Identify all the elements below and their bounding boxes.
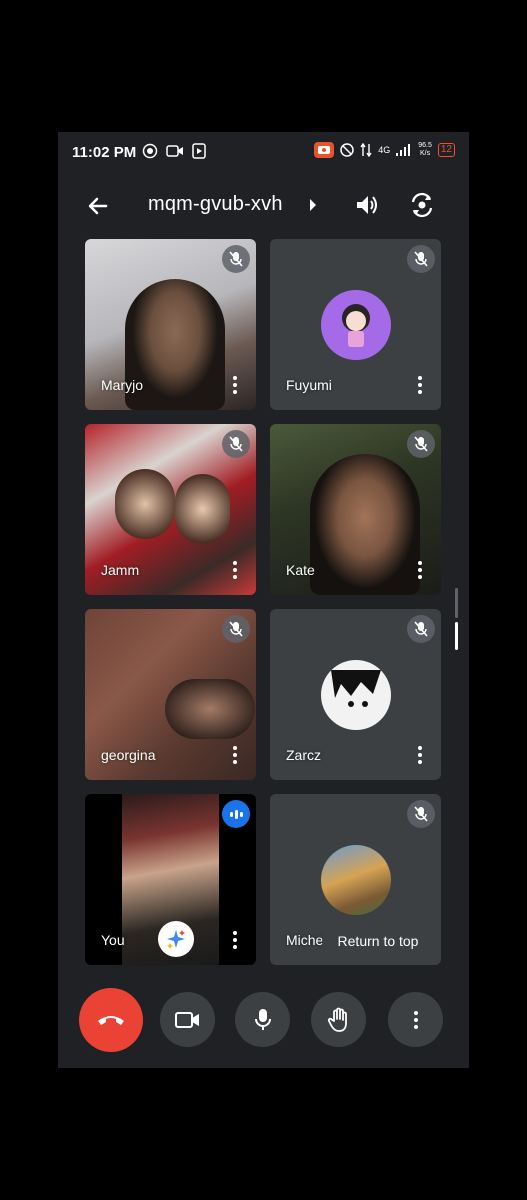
participant-name: Zarcz: [286, 747, 321, 763]
avatar: [320, 844, 391, 915]
system-icons: 4G 96.5 K/s 12: [314, 142, 455, 158]
end-call-button[interactable]: [79, 988, 143, 1052]
raise-hand-button[interactable]: [311, 992, 366, 1047]
mic-off-icon: [407, 615, 435, 643]
status-bar: 11:02 PM 4G 96.5 K/s 12: [58, 132, 469, 174]
raise-hand-icon: [327, 1007, 347, 1032]
avatar: [320, 659, 391, 730]
mic-icon: [254, 1008, 271, 1030]
return-to-top-button[interactable]: Return to top: [322, 924, 434, 958]
participant-tile[interactable]: Kate: [270, 424, 441, 595]
mic-off-icon: [407, 430, 435, 458]
participant-name: georgina: [101, 747, 156, 763]
speaker-icon[interactable]: [354, 192, 380, 218]
mic-off-icon: [222, 430, 250, 458]
participant-name: Kate: [286, 562, 315, 578]
meeting-info-chevron-icon[interactable]: [310, 199, 316, 211]
clock: 11:02 PM: [72, 144, 137, 161]
back-arrow-icon[interactable]: [84, 192, 112, 220]
speaking-indicator: [222, 800, 250, 828]
camera-button[interactable]: [160, 992, 215, 1047]
more-vert-icon[interactable]: [417, 561, 423, 581]
more-vert-icon[interactable]: [232, 376, 238, 396]
more-options-button[interactable]: [388, 992, 443, 1047]
participant-tile[interactable]: Fuyumi: [270, 239, 441, 410]
network-type: 4G: [378, 145, 391, 155]
scrollbar[interactable]: [455, 588, 458, 650]
do-not-disturb-icon: [340, 143, 354, 157]
avatar: [320, 289, 391, 360]
participant-tile[interactable]: Maryjo: [85, 239, 256, 410]
signal-icon: [396, 144, 411, 156]
more-vert-icon[interactable]: [417, 376, 423, 396]
call-controls: [58, 988, 469, 1052]
video-feed: [165, 679, 255, 739]
data-transfer-icon: [360, 143, 372, 157]
network-speed: 96.5 K/s: [418, 142, 432, 157]
participant-tile[interactable]: Zarcz: [270, 609, 441, 780]
scrollbar-track: [455, 588, 458, 618]
participant-name: You: [101, 932, 125, 948]
participant-name: Maryjo: [101, 377, 144, 393]
mic-off-icon: [222, 245, 250, 273]
video-feed: [310, 454, 420, 595]
flip-camera-icon[interactable]: [408, 191, 436, 219]
more-vert-icon[interactable]: [232, 931, 238, 951]
screen-record-icon: [142, 143, 158, 159]
more-vert-icon[interactable]: [232, 561, 238, 581]
more-vert-icon: [413, 1010, 419, 1029]
mic-off-icon: [407, 245, 435, 273]
meet-screen: 11:02 PM 4G 96.5 K/s 12 mqm-gvub-xvh Mar…: [58, 132, 469, 1068]
participant-tile[interactable]: You: [85, 794, 256, 965]
battery-indicator: 12: [437, 143, 455, 157]
microphone-button[interactable]: [235, 992, 290, 1047]
meeting-code[interactable]: mqm-gvub-xvh: [148, 193, 283, 216]
more-vert-icon[interactable]: [232, 746, 238, 766]
more-vert-icon[interactable]: [417, 746, 423, 766]
meeting-header: mqm-gvub-xvh: [58, 182, 469, 228]
effects-button[interactable]: [158, 921, 194, 957]
notification-icons: [142, 143, 206, 159]
mic-off-icon: [407, 800, 435, 828]
video-notification-icon: [166, 145, 183, 157]
scrollbar-thumb[interactable]: [455, 622, 458, 650]
participant-tile[interactable]: georgina: [85, 609, 256, 780]
participant-name: Jamm: [101, 562, 140, 578]
video-feed: [115, 469, 175, 539]
app-notification-icon: [192, 143, 206, 159]
mic-off-icon: [222, 615, 250, 643]
participant-name: Fuyumi: [286, 377, 332, 393]
end-call-icon: [98, 1016, 124, 1025]
recording-icon: [314, 142, 335, 158]
sparkle-icon: [167, 930, 185, 949]
camera-icon: [174, 1011, 199, 1028]
video-feed: [175, 474, 230, 544]
participant-tile[interactable]: Jamm: [85, 424, 256, 595]
